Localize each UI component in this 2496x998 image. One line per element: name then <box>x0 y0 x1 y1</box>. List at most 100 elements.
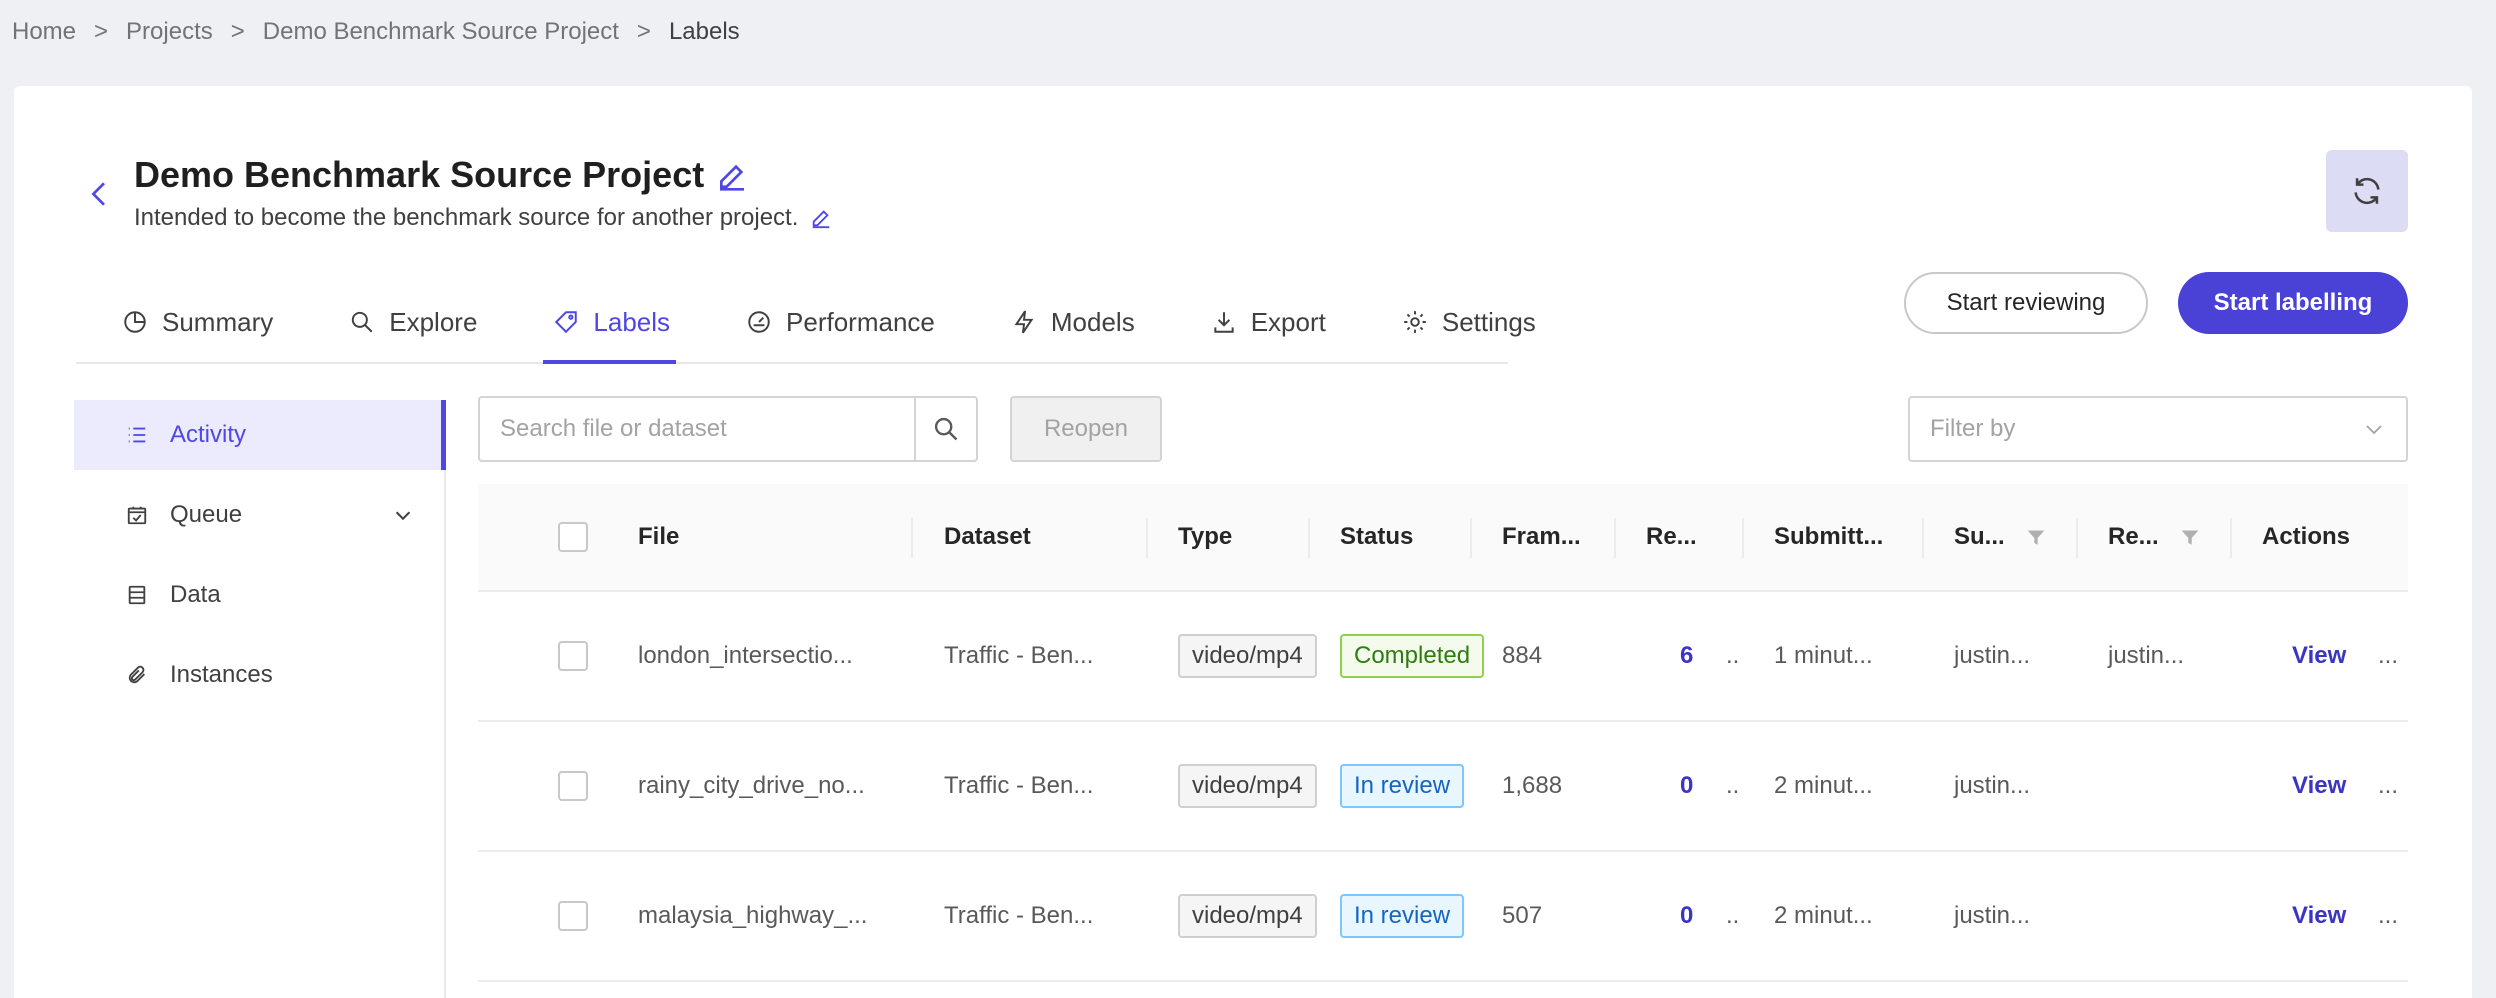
row-checkbox[interactable] <box>558 771 588 801</box>
sidenav-item-activity[interactable]: Activity <box>74 400 446 470</box>
column-divider <box>1922 518 1924 558</box>
tab-label: Settings <box>1441 306 1536 337</box>
tab-explore[interactable]: Explore <box>303 282 507 362</box>
tab-summary[interactable]: Summary <box>76 282 303 362</box>
tab-label: Export <box>1250 306 1326 337</box>
sidenav-label: Activity <box>170 421 247 448</box>
submitted-time: 2 minut... <box>1774 772 1873 799</box>
page-title-row: Demo Benchmark Source Project <box>134 154 748 196</box>
submitter-name: justin... <box>1954 902 2031 929</box>
column-header-type[interactable]: Type <box>1178 523 1232 551</box>
table-row[interactable]: rainy_city_drive_no... Traffic - Ben... … <box>478 722 2408 852</box>
search-input[interactable] <box>480 398 914 460</box>
search-box <box>478 396 978 462</box>
table-row[interactable]: london_intersectio... Traffic - Ben... v… <box>478 592 2408 722</box>
project-tabs: Summary Explore Labels Performance Model… <box>76 282 1536 364</box>
more-actions[interactable]: ... <box>2378 642 2398 670</box>
lightning-icon <box>1011 309 1037 335</box>
row-checkbox[interactable] <box>558 901 588 931</box>
file-name: malaysia_highway_... <box>638 902 868 929</box>
breadcrumb-home[interactable]: Home <box>12 18 76 46</box>
chevron-down-icon[interactable] <box>392 504 414 526</box>
sidenav-item-queue[interactable]: Queue <box>74 480 444 550</box>
row-checkbox[interactable] <box>558 641 588 671</box>
view-link[interactable]: View <box>2292 902 2346 930</box>
type-tag: video/mp4 <box>1178 764 1317 808</box>
frames-count: 507 <box>1502 902 1543 929</box>
sidenav-label: Queue <box>170 501 243 528</box>
edit-description-pencil-icon[interactable] <box>810 207 832 229</box>
pie-chart-icon <box>122 309 148 335</box>
truncated-cell: .. <box>1726 902 1740 929</box>
tab-settings[interactable]: Settings <box>1356 282 1566 362</box>
gauge-icon <box>746 309 772 335</box>
breadcrumb-projects[interactable]: Projects <box>126 18 213 46</box>
calendar-check-icon <box>126 504 148 526</box>
tab-labels[interactable]: Labels <box>507 282 700 364</box>
back-arrow-icon[interactable] <box>84 176 116 212</box>
start-labelling-button[interactable]: Start labelling <box>2178 272 2408 334</box>
view-link[interactable]: View <box>2292 772 2346 800</box>
reviews-count[interactable]: 0 <box>1680 772 1693 800</box>
reviews-count[interactable]: 6 <box>1680 642 1693 670</box>
column-header-frames[interactable]: Fram... <box>1502 523 1581 551</box>
breadcrumb-project[interactable]: Demo Benchmark Source Project <box>263 18 619 46</box>
search-button[interactable] <box>914 398 976 460</box>
filter-select[interactable]: Filter by <box>1908 396 2408 462</box>
reopen-button[interactable]: Reopen <box>1010 396 1162 462</box>
tag-icon <box>553 309 579 335</box>
tab-label: Models <box>1050 306 1135 337</box>
column-divider <box>1470 518 1472 558</box>
tab-label: Labels <box>593 306 671 337</box>
page-title: Demo Benchmark Source Project <box>134 154 705 195</box>
column-header-submitted[interactable]: Submitt... <box>1774 523 1883 551</box>
column-header-submitter[interactable]: Su... <box>1954 523 2005 551</box>
column-divider <box>911 518 913 558</box>
funnel-filter-icon[interactable] <box>2026 527 2046 547</box>
gear-icon <box>1402 309 1428 335</box>
column-divider <box>1308 518 1310 558</box>
project-description: Intended to become the benchmark source … <box>134 204 799 231</box>
project-description-row: Intended to become the benchmark source … <box>134 204 832 232</box>
sidenav-label: Data <box>170 581 221 608</box>
start-reviewing-button[interactable]: Start reviewing <box>1904 272 2148 334</box>
tab-label: Summary <box>162 306 274 337</box>
labels-sidenav: Activity Queue Data Instances <box>74 400 446 998</box>
column-header-file[interactable]: File <box>638 523 679 551</box>
column-divider <box>1146 518 1148 558</box>
tab-models[interactable]: Models <box>965 282 1165 362</box>
search-icon <box>934 417 958 441</box>
sidenav-item-data[interactable]: Data <box>74 560 444 630</box>
more-actions[interactable]: ... <box>2378 772 2398 800</box>
view-link[interactable]: View <box>2292 642 2346 670</box>
table-header: File Dataset Type Status Fram... Re... S… <box>478 484 2408 592</box>
truncated-cell: .. <box>1726 642 1740 669</box>
column-header-actions: Actions <box>2262 523 2351 550</box>
status-badge: Completed <box>1340 634 1485 678</box>
column-header-status[interactable]: Status <box>1340 523 1413 551</box>
dataset-name: Traffic - Ben... <box>944 772 1094 799</box>
select-all-checkbox[interactable] <box>558 522 588 552</box>
refresh-button[interactable] <box>2326 150 2408 232</box>
tab-performance[interactable]: Performance <box>700 282 965 362</box>
breadcrumb-separator: > <box>636 18 651 45</box>
paperclip-icon <box>126 664 148 686</box>
breadcrumb-separator: > <box>230 18 245 45</box>
table-row[interactable]: malaysia_highway_... Traffic - Ben... vi… <box>478 852 2408 982</box>
sidenav-label: Instances <box>170 661 273 688</box>
column-header-reviews[interactable]: Re... <box>1646 523 1697 551</box>
funnel-filter-icon[interactable] <box>2180 527 2200 547</box>
file-name: rainy_city_drive_no... <box>638 772 865 799</box>
reviews-count[interactable]: 0 <box>1680 902 1693 930</box>
sidenav-item-instances[interactable]: Instances <box>74 640 444 710</box>
edit-title-pencil-icon[interactable] <box>716 159 748 191</box>
column-header-dataset[interactable]: Dataset <box>944 523 1031 551</box>
more-actions[interactable]: ... <box>2378 902 2398 930</box>
column-header-reviewer[interactable]: Re... <box>2108 523 2159 551</box>
breadcrumb-separator: > <box>94 18 109 45</box>
frames-count: 1,688 <box>1502 772 1563 799</box>
column-divider <box>1614 518 1616 558</box>
dataset-name: Traffic - Ben... <box>944 642 1094 669</box>
tab-export[interactable]: Export <box>1165 282 1356 362</box>
type-tag: video/mp4 <box>1178 894 1317 938</box>
